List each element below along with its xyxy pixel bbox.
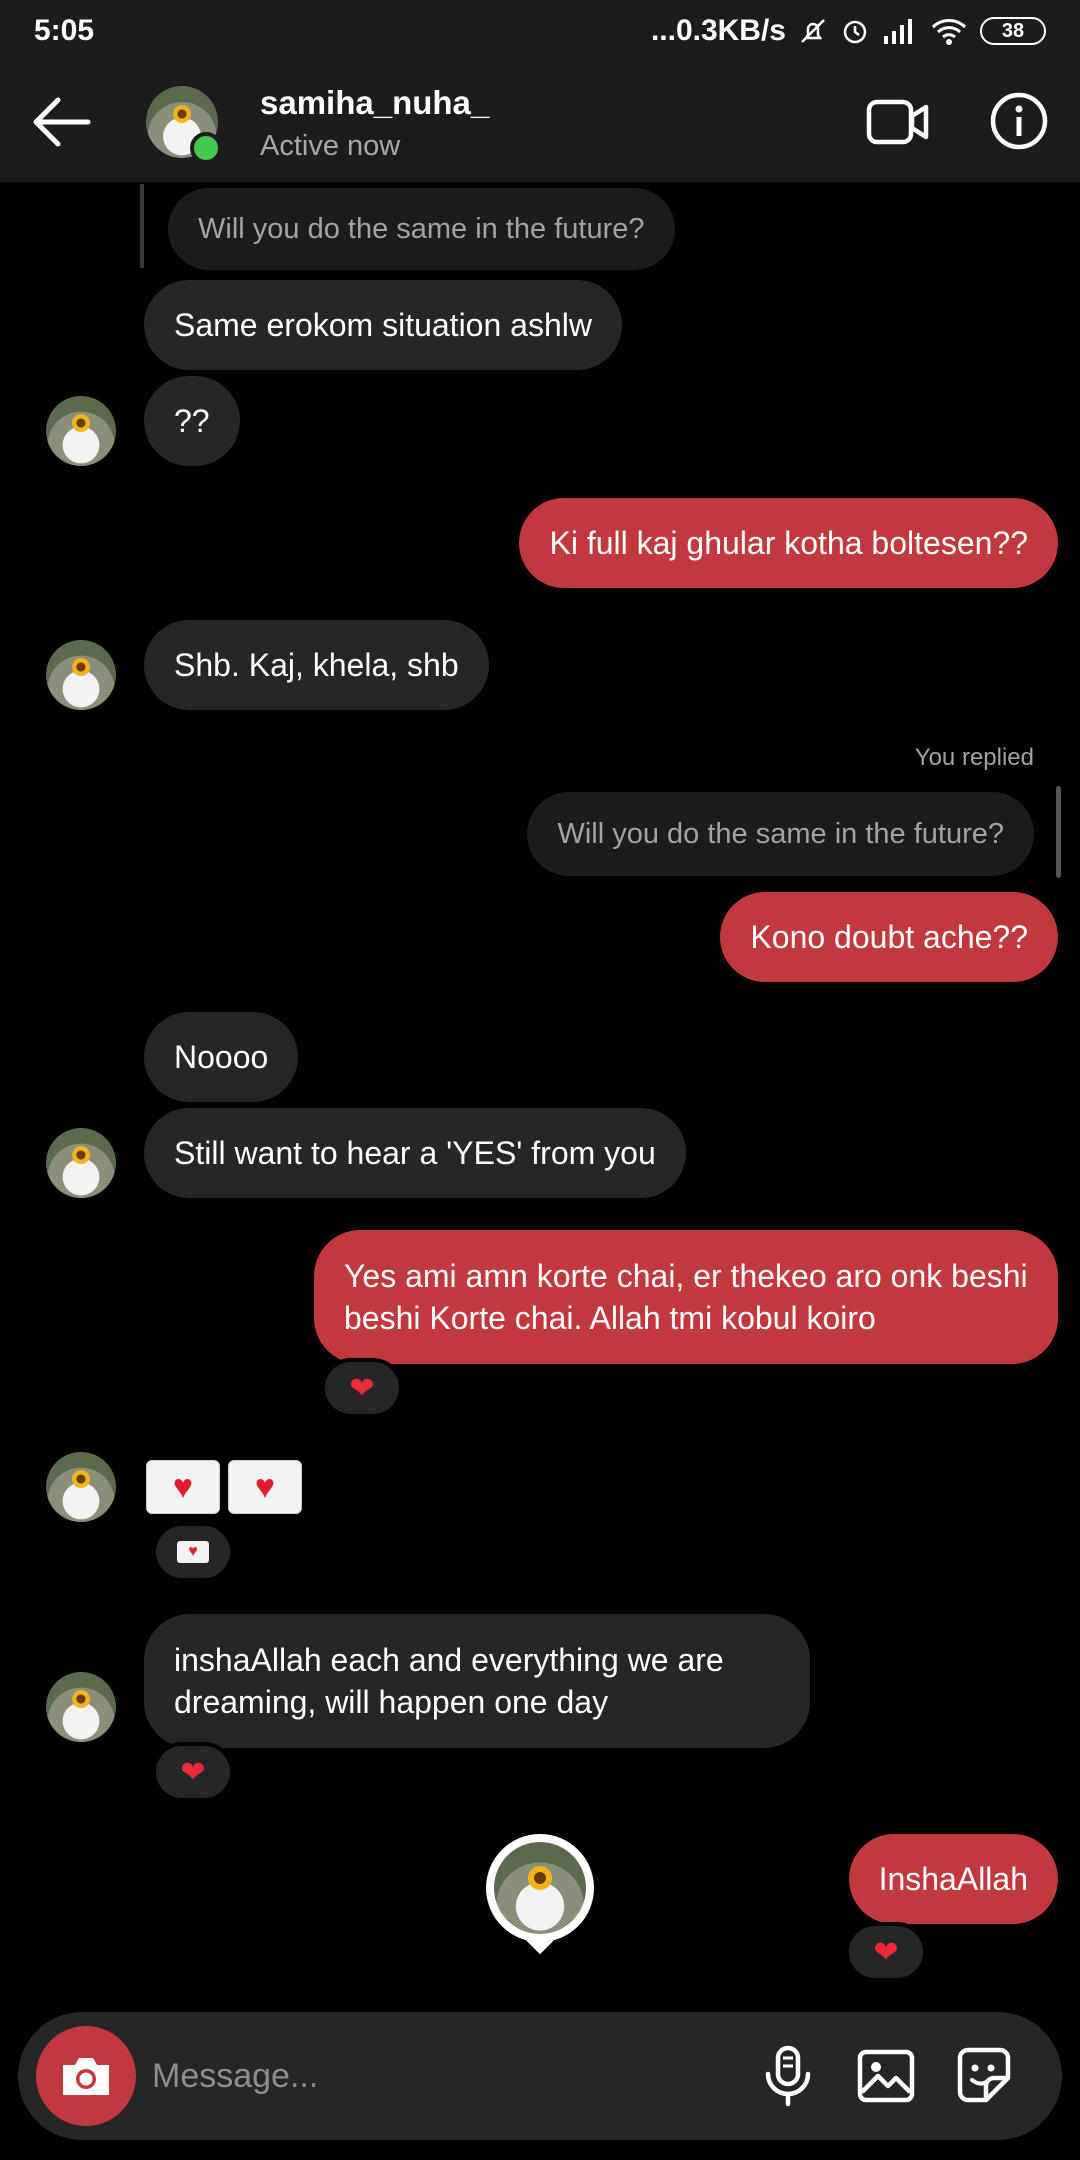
seen-avatar [486, 1834, 594, 1958]
message-input[interactable] [152, 2046, 712, 2106]
camera-icon [63, 2058, 109, 2095]
arrow-left-icon[interactable] [28, 92, 92, 152]
letter-reaction[interactable]: ♥ [152, 1522, 234, 1582]
microphone-icon[interactable] [756, 2044, 820, 2108]
avatar[interactable] [46, 1452, 116, 1522]
image-icon[interactable] [854, 2044, 918, 2108]
message-composer [18, 2012, 1062, 2140]
love-letter-icon[interactable]: ♥ [228, 1460, 302, 1514]
alarm-icon [843, 20, 867, 44]
message-bubble-outgoing[interactable]: Ki full kaj ghular kotha boltesen?? [519, 498, 1058, 588]
avatar [494, 1842, 586, 1934]
signal-icon [884, 19, 912, 44]
chat-username[interactable]: samiha_nuha_ [260, 84, 489, 122]
info-icon[interactable] [990, 92, 1048, 150]
message-bubble-incoming[interactable]: inshaAllah each and everything we are dr… [144, 1614, 810, 1748]
chat-header: samiha_nuha_ Active now [0, 62, 1080, 182]
heart-reaction[interactable]: ❤ [152, 1742, 234, 1802]
wifi-icon [931, 19, 967, 45]
sticker-icon[interactable] [952, 2044, 1016, 2108]
video-camera-icon[interactable] [866, 96, 930, 148]
message-bubble-incoming[interactable]: Noooo [144, 1012, 299, 1102]
avatar[interactable] [46, 1672, 116, 1742]
love-letter-icon[interactable]: ♥ [146, 1460, 220, 1514]
status-indicators: ...0.3KB/s 38 [651, 14, 1046, 48]
heart-icon: ❤ [349, 1371, 375, 1405]
heart-icon: ♥ [172, 1467, 194, 1506]
message-bubble-outgoing[interactable]: Yes ami amn korte chai, er thekeo aro on… [314, 1230, 1058, 1364]
avatar[interactable] [46, 396, 116, 466]
active-status: Active now [260, 130, 401, 162]
heart-icon: ❤ [873, 1935, 899, 1969]
heart-reaction[interactable]: ❤ [845, 1922, 927, 1982]
message-bubble-outgoing[interactable]: Kono doubt ache?? [720, 892, 1058, 982]
avatar[interactable] [46, 1128, 116, 1198]
mute-bell-icon [801, 19, 825, 43]
status-bar: 5:05 ...0.3KB/s 38 [0, 0, 1080, 62]
scrollbar[interactable] [1056, 786, 1061, 878]
reply-quote[interactable]: Will you do the same in the future? [168, 188, 675, 270]
love-letter-icon: ♥ [177, 1541, 209, 1563]
heart-icon: ♥ [254, 1467, 276, 1506]
message-bubble-incoming[interactable]: Same erokom situation ashlw [144, 280, 622, 370]
message-bubble-incoming[interactable]: Shb. Kaj, khela, shb [144, 620, 489, 710]
battery-indicator: 38 [980, 17, 1046, 45]
heart-reaction[interactable]: ❤ [321, 1358, 403, 1418]
heart-icon: ❤ [180, 1755, 206, 1789]
camera-button[interactable] [36, 2026, 136, 2126]
reply-indicator-bar [140, 184, 144, 268]
avatar[interactable] [46, 640, 116, 710]
message-bubble-incoming[interactable]: Still want to hear a 'YES' from you [144, 1108, 686, 1198]
you-replied-label: You replied [914, 744, 1034, 771]
message-bubble-outgoing[interactable]: InshaAllah [848, 1834, 1058, 1924]
message-bubble-incoming[interactable]: ?? [144, 376, 240, 466]
reply-quote[interactable]: Will you do the same in the future? [527, 792, 1034, 876]
network-speed: ...0.3KB/s [650, 14, 786, 47]
online-indicator [190, 132, 222, 164]
status-time: 5:05 [34, 14, 95, 47]
